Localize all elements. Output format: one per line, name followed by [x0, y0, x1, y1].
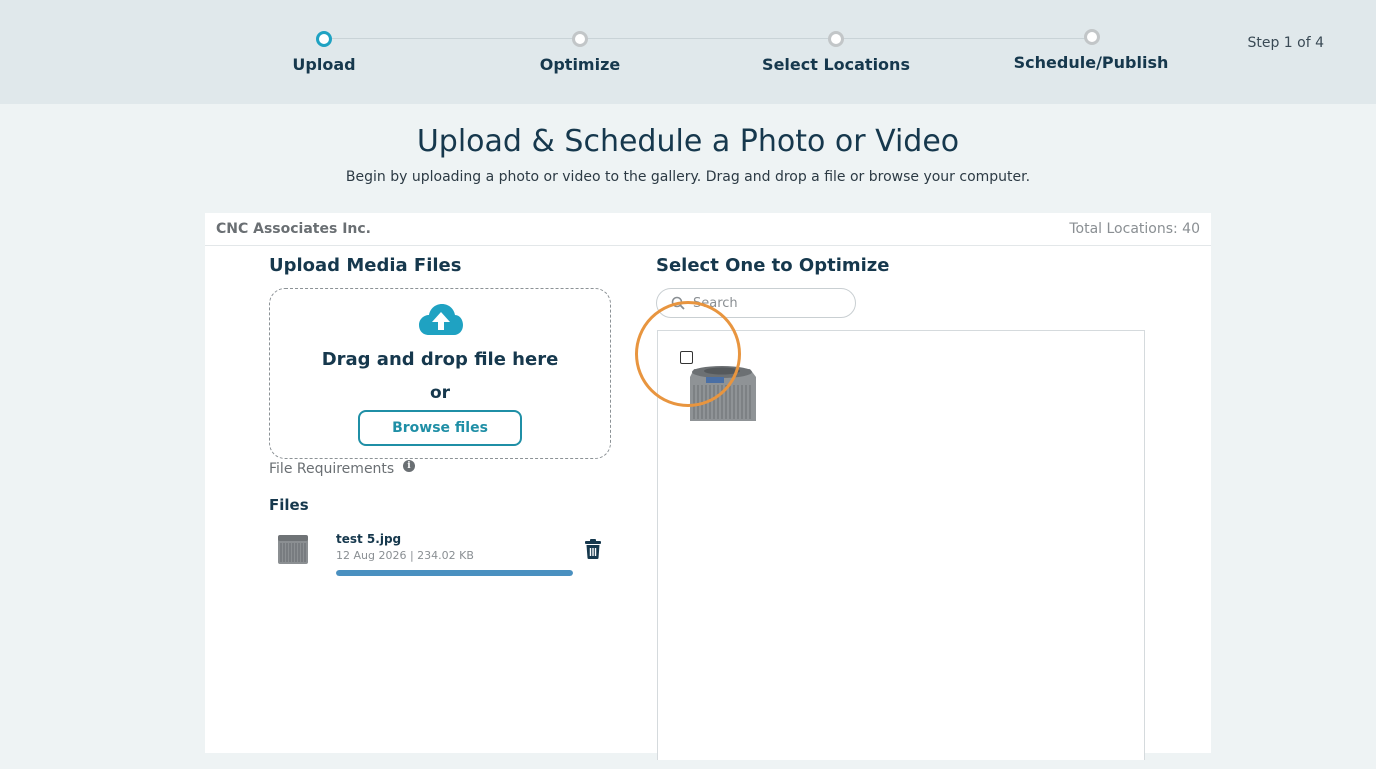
- step-dot-optimize: [572, 31, 588, 47]
- or-text: or: [429, 383, 451, 403]
- page-title: Upload & Schedule a Photo or Video: [416, 124, 960, 159]
- upload-media-title: Upload Media Files: [269, 255, 462, 276]
- stepper-track: [332, 38, 1088, 39]
- step-dot-upload: [316, 31, 332, 47]
- upload-progress-bar: [336, 570, 573, 576]
- search-box: [656, 288, 856, 318]
- upload-panel: CNC Associates Inc. Total Locations: 40 …: [205, 213, 1211, 760]
- step-label-select-locations: Select Locations: [762, 55, 910, 74]
- upload-progress-fill: [336, 570, 573, 576]
- step-label-upload: Upload: [292, 55, 356, 74]
- file-requirements-label: File Requirements: [269, 461, 395, 477]
- search-input[interactable]: [693, 293, 848, 313]
- step-count: Step 1 of 4: [1247, 35, 1324, 51]
- total-locations: Total Locations: 40: [1069, 221, 1200, 237]
- file-name: test 5.jpg: [336, 532, 402, 546]
- files-title: Files: [269, 496, 309, 514]
- step-dot-schedule-publish: [1084, 29, 1100, 45]
- drag-drop-text: Drag and drop file here: [321, 349, 559, 370]
- step-dot-select-locations: [828, 31, 844, 47]
- panel-header: CNC Associates Inc. Total Locations: 40: [205, 213, 1211, 246]
- step-label-schedule-publish: Schedule/Publish: [1013, 53, 1169, 72]
- trash-icon[interactable]: [584, 539, 602, 559]
- gallery-item-checkbox[interactable]: [680, 351, 693, 364]
- stepper: Upload Optimize Select Locations Schedul…: [0, 0, 1376, 104]
- file-meta: 12 Aug 2026 | 234.02 KB: [336, 549, 474, 562]
- media-gallery: [657, 330, 1145, 760]
- search-icon: [671, 296, 685, 310]
- gallery-item-thumbnail[interactable]: [684, 355, 760, 425]
- file-thumbnail: [278, 535, 308, 564]
- info-icon[interactable]: i: [403, 460, 415, 472]
- browse-files-button[interactable]: Browse files: [358, 410, 522, 446]
- select-optimize-title: Select One to Optimize: [656, 255, 890, 276]
- company-name: CNC Associates Inc.: [216, 221, 371, 237]
- step-label-optimize: Optimize: [539, 55, 621, 74]
- page-subtitle: Begin by uploading a photo or video to t…: [345, 169, 1031, 185]
- cloud-upload-icon: [419, 304, 463, 335]
- file-dropzone[interactable]: Drag and drop file here or Browse files: [269, 288, 611, 459]
